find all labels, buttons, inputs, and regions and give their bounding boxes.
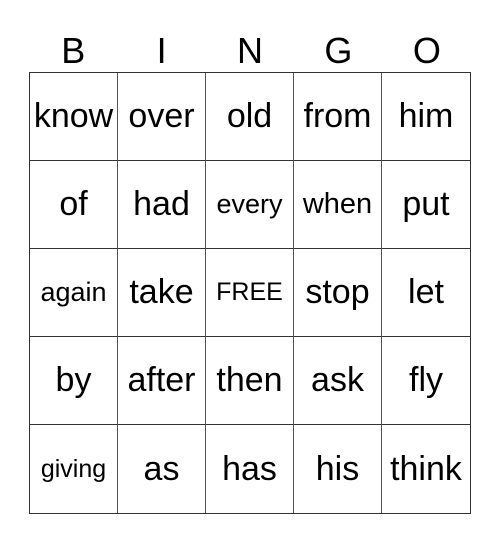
bingo-cell: take bbox=[118, 249, 206, 337]
bingo-cell: as bbox=[118, 425, 206, 513]
bingo-cell: every bbox=[206, 161, 294, 249]
bingo-cell: by bbox=[30, 337, 118, 425]
free-space-cell: FREE bbox=[206, 249, 294, 337]
header-letter-g: G bbox=[324, 30, 353, 71]
bingo-cell: again bbox=[30, 249, 118, 337]
bingo-grid: know over old from him of had every when… bbox=[29, 72, 471, 514]
bingo-cell: had bbox=[118, 161, 206, 249]
bingo-cell: ask bbox=[294, 337, 382, 425]
bingo-cell: when bbox=[294, 161, 382, 249]
header-letter-n: N bbox=[237, 30, 264, 71]
bingo-cell: him bbox=[382, 73, 470, 161]
header-letter-o: O bbox=[412, 30, 441, 71]
bingo-cell: put bbox=[382, 161, 470, 249]
bingo-cell: let bbox=[382, 249, 470, 337]
bingo-cell: giving bbox=[30, 425, 118, 513]
bingo-cell: his bbox=[294, 425, 382, 513]
bingo-cell: fly bbox=[382, 337, 470, 425]
header-letter-b: B bbox=[61, 30, 86, 71]
bingo-cell: from bbox=[294, 73, 382, 161]
bingo-cell: has bbox=[206, 425, 294, 513]
bingo-header: B I N G O bbox=[29, 30, 471, 72]
header-letter-i: I bbox=[156, 30, 167, 71]
bingo-cell: over bbox=[118, 73, 206, 161]
bingo-cell: know bbox=[30, 73, 118, 161]
bingo-cell: think bbox=[390, 449, 462, 488]
bingo-cell: old bbox=[206, 73, 294, 161]
bingo-cell: stop bbox=[294, 249, 382, 337]
bingo-cell: of bbox=[30, 161, 118, 249]
bingo-cell: after bbox=[118, 337, 206, 425]
bingo-cell: then bbox=[206, 337, 294, 425]
